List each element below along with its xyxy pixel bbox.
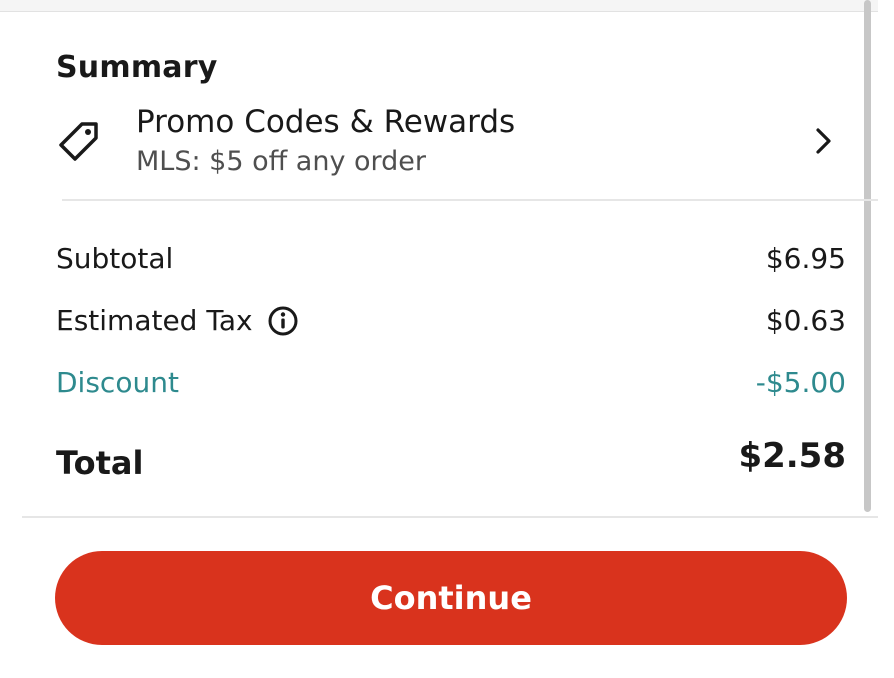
subtotal-row: Subtotal $6.95 xyxy=(56,242,846,282)
continue-button[interactable]: Continue xyxy=(55,551,847,645)
promo-subtitle: MLS: $5 off any order xyxy=(136,146,427,177)
chevron-right-icon[interactable] xyxy=(812,126,836,156)
order-summary-screen: Summary Promo Codes & Rewards MLS: $5 of… xyxy=(0,0,894,678)
discount-row: Discount -$5.00 xyxy=(56,366,846,406)
tag-icon xyxy=(56,118,102,164)
scrollbar-thumb[interactable] xyxy=(864,0,871,512)
total-label: Total xyxy=(56,444,144,482)
total-row: Total $2.58 xyxy=(56,436,846,486)
estimated-tax-row: Estimated Tax $0.63 xyxy=(56,304,846,344)
total-value: $2.58 xyxy=(738,436,846,476)
promo-title: Promo Codes & Rewards xyxy=(136,104,516,140)
footer-divider xyxy=(22,516,878,518)
section-divider xyxy=(62,199,878,201)
estimated-tax-label: Estimated Tax xyxy=(56,304,253,337)
discount-value: -$5.00 xyxy=(755,366,846,399)
promo-codes-rewards-row[interactable]: Promo Codes & Rewards MLS: $5 off any or… xyxy=(0,98,878,200)
info-icon[interactable] xyxy=(267,305,299,337)
subtotal-value: $6.95 xyxy=(765,242,846,275)
estimated-tax-value: $0.63 xyxy=(765,304,846,337)
subtotal-label: Subtotal xyxy=(56,242,174,275)
scrollbar-track[interactable] xyxy=(878,0,894,515)
top-divider-strip xyxy=(0,0,878,12)
summary-heading: Summary xyxy=(56,50,218,85)
discount-label: Discount xyxy=(56,366,179,399)
